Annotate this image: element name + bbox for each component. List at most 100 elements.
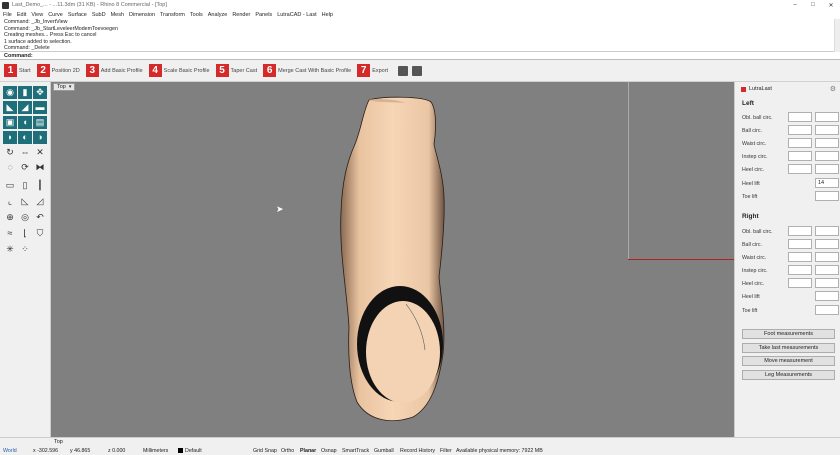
menu-edit[interactable]: Edit (17, 12, 26, 18)
menu-subd[interactable]: SubD (92, 12, 106, 18)
left-waist-input-b[interactable] (815, 138, 839, 148)
maximize-icon[interactable]: □ (804, 0, 822, 10)
right-instep-input-a[interactable] (788, 265, 812, 275)
right-instep-input-b[interactable] (815, 265, 839, 275)
last-model[interactable] (51, 82, 734, 437)
save-icon[interactable] (398, 65, 409, 76)
left-ball-input-b[interactable] (815, 125, 839, 135)
foot-measurements-button[interactable]: Foot measurements (742, 329, 835, 339)
move-icon[interactable]: ✥ (33, 86, 47, 99)
menu-tools[interactable]: Tools (190, 12, 203, 18)
heel-lift-icon[interactable]: ⌞ (3, 195, 17, 208)
minimize-icon[interactable]: – (786, 0, 804, 10)
left-heel-input-a[interactable] (788, 164, 812, 174)
mirror-icon[interactable]: ⧓ (33, 161, 47, 174)
right-heel-lift-input[interactable] (815, 291, 839, 301)
gumball-toggle[interactable]: Gumball (374, 448, 394, 454)
top-viewport[interactable]: Top ▾ ➤ (51, 82, 734, 437)
smarttrack-toggle[interactable]: SmartTrack (342, 448, 369, 454)
scatter-icon[interactable]: ⁘ (18, 243, 32, 256)
right-obl-ball-input-b[interactable] (815, 226, 839, 236)
export-file-icon[interactable] (412, 65, 423, 76)
toe-icon[interactable]: ◑ (33, 131, 47, 144)
cplane-label[interactable]: World (3, 448, 17, 454)
left-instep-input-a[interactable] (788, 151, 812, 161)
align-icon[interactable]: ▯ (18, 179, 32, 192)
undo-icon[interactable]: ↶ (33, 211, 47, 224)
shield-icon[interactable]: ⛉ (33, 227, 47, 240)
right-toe-lift-input[interactable] (815, 305, 839, 315)
history-scrollbar[interactable] (834, 19, 840, 52)
sole-icon[interactable]: ◖ (18, 116, 32, 129)
refresh-icon[interactable]: ⟳ (18, 161, 32, 174)
last-icon[interactable]: ◢ (18, 101, 32, 114)
boot-icon[interactable]: ⌊ (18, 227, 32, 240)
menu-help[interactable]: Help (322, 12, 333, 18)
sparkle-icon[interactable]: ✳ (3, 243, 17, 256)
left-heel-lift-input[interactable]: 14 (815, 178, 839, 188)
left-obl-ball-input-b[interactable] (815, 112, 839, 122)
right-heel-input-b[interactable] (815, 278, 839, 288)
right-heel-input-a[interactable] (788, 278, 812, 288)
step-start-button[interactable]: 1 Start (4, 64, 31, 77)
image-icon[interactable]: ▤ (33, 116, 47, 129)
close-icon[interactable]: ✕ (822, 0, 840, 10)
viewport-tab-top[interactable]: Top (54, 439, 63, 445)
move-measurement-button[interactable]: Move measurement (742, 356, 835, 366)
leg-measurements-button[interactable]: Leg Measurements (742, 370, 835, 380)
left-toe-lift-input[interactable] (815, 191, 839, 201)
gear-icon[interactable]: ⚙ (830, 85, 836, 93)
step-export-button[interactable]: 7 Export (357, 64, 388, 77)
record-history-toggle[interactable]: Record History (400, 448, 435, 454)
menu-mesh[interactable]: Mesh (111, 12, 124, 18)
menu-panels[interactable]: Panels (255, 12, 272, 18)
right-ball-input-a[interactable] (788, 239, 812, 249)
step-position-2d-button[interactable]: 2 Position 2D (36, 64, 80, 77)
menu-curve[interactable]: Curve (48, 12, 63, 18)
step-add-basic-profile-button[interactable]: 3 Add Basic Profile (85, 64, 143, 77)
left-obl-ball-input-a[interactable] (788, 112, 812, 122)
box-icon[interactable]: ▣ (3, 116, 17, 129)
menu-surface[interactable]: Surface (68, 12, 87, 18)
measure-icon[interactable]: ⇔ (18, 146, 32, 159)
menu-analyze[interactable]: Analyze (208, 12, 228, 18)
menu-transform[interactable]: Transform (160, 12, 185, 18)
left-instep-input-b[interactable] (815, 151, 839, 161)
section-icon[interactable]: ▭ (3, 179, 17, 192)
right-ball-input-b[interactable] (815, 239, 839, 249)
heel-icon[interactable]: ◗ (3, 131, 17, 144)
filter-toggle[interactable]: Filter (440, 448, 452, 454)
take-last-measurements-button[interactable]: Take last measurements (742, 343, 835, 353)
ortho-toggle[interactable]: Ortho (281, 448, 294, 454)
cross-icon[interactable]: ✕ (33, 146, 47, 159)
shoe-icon[interactable]: ▬ (33, 101, 47, 114)
menu-lutracad[interactable]: LutraCAD - Last (277, 12, 316, 18)
lasso-icon[interactable]: ◌ (3, 161, 17, 174)
wedge-icon[interactable]: ◺ (18, 195, 32, 208)
target-icon[interactable]: ⊕ (3, 211, 17, 224)
osnap-toggle[interactable]: Osnap (321, 448, 337, 454)
footprint-icon[interactable]: ◐ (18, 131, 32, 144)
left-waist-input-a[interactable] (788, 138, 812, 148)
step-merge-cast-button[interactable]: 6 Merge Cast With Basic Profile (263, 64, 351, 77)
menu-file[interactable]: File (3, 12, 12, 18)
step-scale-basic-profile-button[interactable]: 4 Scale Basic Profile (148, 64, 210, 77)
left-ball-input-a[interactable] (788, 125, 812, 135)
menu-dimension[interactable]: Dimension (129, 12, 155, 18)
planar-toggle[interactable]: Planar (300, 448, 316, 454)
right-waist-input-b[interactable] (815, 252, 839, 262)
step-taper-cast-button[interactable]: 5 Taper Cast (215, 64, 257, 77)
layer-indicator[interactable]: Default (178, 448, 202, 454)
point-icon[interactable]: ◉ (3, 86, 17, 99)
right-waist-input-a[interactable] (788, 252, 812, 262)
circle-icon[interactable]: ◎ (18, 211, 32, 224)
menu-view[interactable]: View (31, 12, 43, 18)
left-heel-input-b[interactable] (815, 164, 839, 174)
menu-render[interactable]: Render (232, 12, 250, 18)
vertical-icon[interactable]: ┃ (33, 179, 47, 192)
command-prompt[interactable]: Command: (0, 52, 840, 60)
ramp-icon[interactable]: ◿ (33, 195, 47, 208)
right-obl-ball-input-a[interactable] (788, 226, 812, 236)
grid-snap-toggle[interactable]: Grid Snap (253, 448, 277, 454)
rotate-icon[interactable]: ↻ (3, 146, 17, 159)
